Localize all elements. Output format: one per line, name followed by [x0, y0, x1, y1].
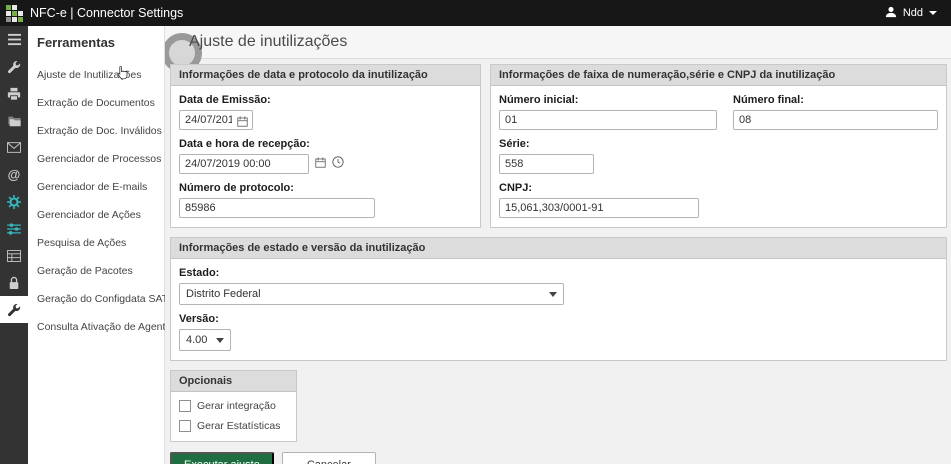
protocol-number-label: Número de protocolo:	[179, 182, 472, 194]
clock-icon[interactable]	[332, 155, 344, 173]
calendar-icon[interactable]	[237, 114, 248, 132]
page-title: Ajuste de inutilizações	[189, 33, 347, 51]
panel-date-protocol-title: Informações de data e protocolo da inuti…	[171, 65, 480, 86]
sidebar-item-label: Gerenciador de Processos	[37, 153, 161, 165]
reception-datetime-input[interactable]	[179, 154, 309, 174]
calendar-icon[interactable]	[315, 155, 326, 173]
sidebar-item-geracao-configdata-sat[interactable]: Geração do Configdata SAT	[28, 285, 164, 313]
sidebar: Ferramentas Ajuste de Inutilizações Extr…	[28, 26, 165, 464]
gerar-integracao-checkbox[interactable]	[179, 400, 191, 412]
gerar-integracao-row: Gerar integração	[179, 400, 288, 412]
sidebar-item-pesquisa-acoes[interactable]: Pesquisa de Ações	[28, 229, 164, 257]
estado-selected-value: Distrito Federal	[186, 288, 261, 300]
gerar-estatisticas-checkbox[interactable]	[179, 420, 191, 432]
app-title: NFC-e | Connector Settings	[30, 6, 183, 20]
mouse-cursor-hand	[116, 65, 129, 83]
gerar-estatisticas-row: Gerar Estatísticas	[179, 420, 288, 432]
reception-datetime-label: Data e hora de recepção:	[179, 138, 472, 150]
page-header: Ajuste de inutilizações	[165, 26, 951, 59]
versao-label: Versão:	[179, 313, 938, 325]
action-bar: Executar ajuste Cancelar	[170, 452, 947, 464]
panel-state-title: Informações de estado e versão da inutil…	[171, 238, 946, 259]
sidebar-item-label: Extração de Documentos	[37, 97, 155, 109]
start-number-input[interactable]	[499, 110, 717, 130]
start-number-label: Número inicial:	[499, 94, 717, 106]
chevron-down-icon	[216, 338, 224, 343]
serie-input[interactable]	[499, 154, 594, 174]
panel-optional: Opcionais Gerar integração Gerar Estatís…	[170, 370, 297, 442]
wrench-icon[interactable]	[0, 53, 28, 80]
main-content: Ajuste de inutilizações Informações de d…	[165, 26, 951, 464]
end-number-input[interactable]	[733, 110, 938, 130]
sidebar-item-label: Geração do Configdata SAT	[37, 293, 168, 305]
cnpj-label: CNPJ:	[499, 182, 938, 194]
sidebar-item-extracao-documentos[interactable]: Extração de Documentos	[28, 89, 164, 117]
estado-label: Estado:	[179, 267, 938, 279]
sidebar-item-label: Geração de Pacotes	[37, 265, 133, 277]
sidebar-item-gerenciador-emails[interactable]: Gerenciador de E-mails	[28, 173, 164, 201]
cnpj-input[interactable]	[499, 198, 699, 218]
end-number-label: Número final:	[733, 94, 938, 106]
sidebar-item-label: Gerenciador de Ações	[37, 209, 141, 221]
panel-range-serie-cnpj: Informações de faixa de numeração,série …	[490, 64, 947, 228]
envelope-icon[interactable]	[0, 134, 28, 161]
user-icon	[885, 6, 897, 21]
at-icon[interactable]: @	[0, 161, 28, 188]
user-name: Ndd	[903, 7, 923, 19]
estado-select[interactable]: Distrito Federal	[179, 283, 564, 305]
panel-range-title: Informações de faixa de numeração,série …	[491, 65, 946, 86]
sidebar-item-consulta-ativacao-agente[interactable]: Consulta Ativação de Agente	[28, 313, 164, 341]
gerar-integracao-label: Gerar integração	[197, 400, 276, 412]
printer-icon[interactable]	[0, 80, 28, 107]
sidebar-item-label: Extração de Doc. Inválidos	[37, 125, 162, 137]
panel-date-protocol: Informações de data e protocolo da inuti…	[170, 64, 481, 228]
gear-icon[interactable]	[0, 188, 28, 215]
sidebar-item-geracao-pacotes[interactable]: Geração de Pacotes	[28, 257, 164, 285]
execute-adjust-button[interactable]: Executar ajuste	[170, 452, 274, 464]
chevron-down-icon	[929, 11, 937, 15]
versao-select[interactable]: 4.00	[179, 329, 231, 351]
wrench-active-icon[interactable]	[0, 296, 28, 323]
sidebar-item-label: Consulta Ativação de Agente	[37, 321, 171, 333]
top-bar: NFC-e | Connector Settings Ndd	[0, 0, 951, 26]
panel-optional-title: Opcionais	[171, 371, 296, 392]
app-logo	[6, 5, 23, 22]
sidebar-heading: Ferramentas	[28, 26, 164, 61]
emission-date-label: Data de Emissão:	[179, 94, 472, 106]
protocol-number-input[interactable]	[179, 198, 375, 218]
icon-rail: @	[0, 26, 28, 464]
versao-selected-value: 4.00	[186, 334, 207, 346]
user-menu[interactable]: Ndd	[885, 6, 937, 21]
gerar-estatisticas-label: Gerar Estatísticas	[197, 420, 280, 432]
sidebar-item-gerenciador-processos[interactable]: Gerenciador de Processos	[28, 145, 164, 173]
sidebar-item-ajuste-inutilizacoes[interactable]: Ajuste de Inutilizações	[28, 61, 164, 89]
sidebar-item-gerenciador-acoes[interactable]: Gerenciador de Ações	[28, 201, 164, 229]
cancel-button[interactable]: Cancelar	[282, 452, 376, 464]
table-icon[interactable]	[0, 242, 28, 269]
folders-icon[interactable]	[0, 107, 28, 134]
chevron-down-icon	[549, 292, 557, 297]
serie-label: Série:	[499, 138, 938, 150]
sliders-icon[interactable]	[0, 215, 28, 242]
sidebar-item-label: Pesquisa de Ações	[37, 237, 126, 249]
menu-icon[interactable]	[0, 26, 28, 53]
lock-icon[interactable]	[0, 269, 28, 296]
sidebar-item-label: Gerenciador de E-mails	[37, 181, 147, 193]
sidebar-item-extracao-doc-invalidos[interactable]: Extração de Doc. Inválidos	[28, 117, 164, 145]
panel-state-version: Informações de estado e versão da inutil…	[170, 237, 947, 361]
